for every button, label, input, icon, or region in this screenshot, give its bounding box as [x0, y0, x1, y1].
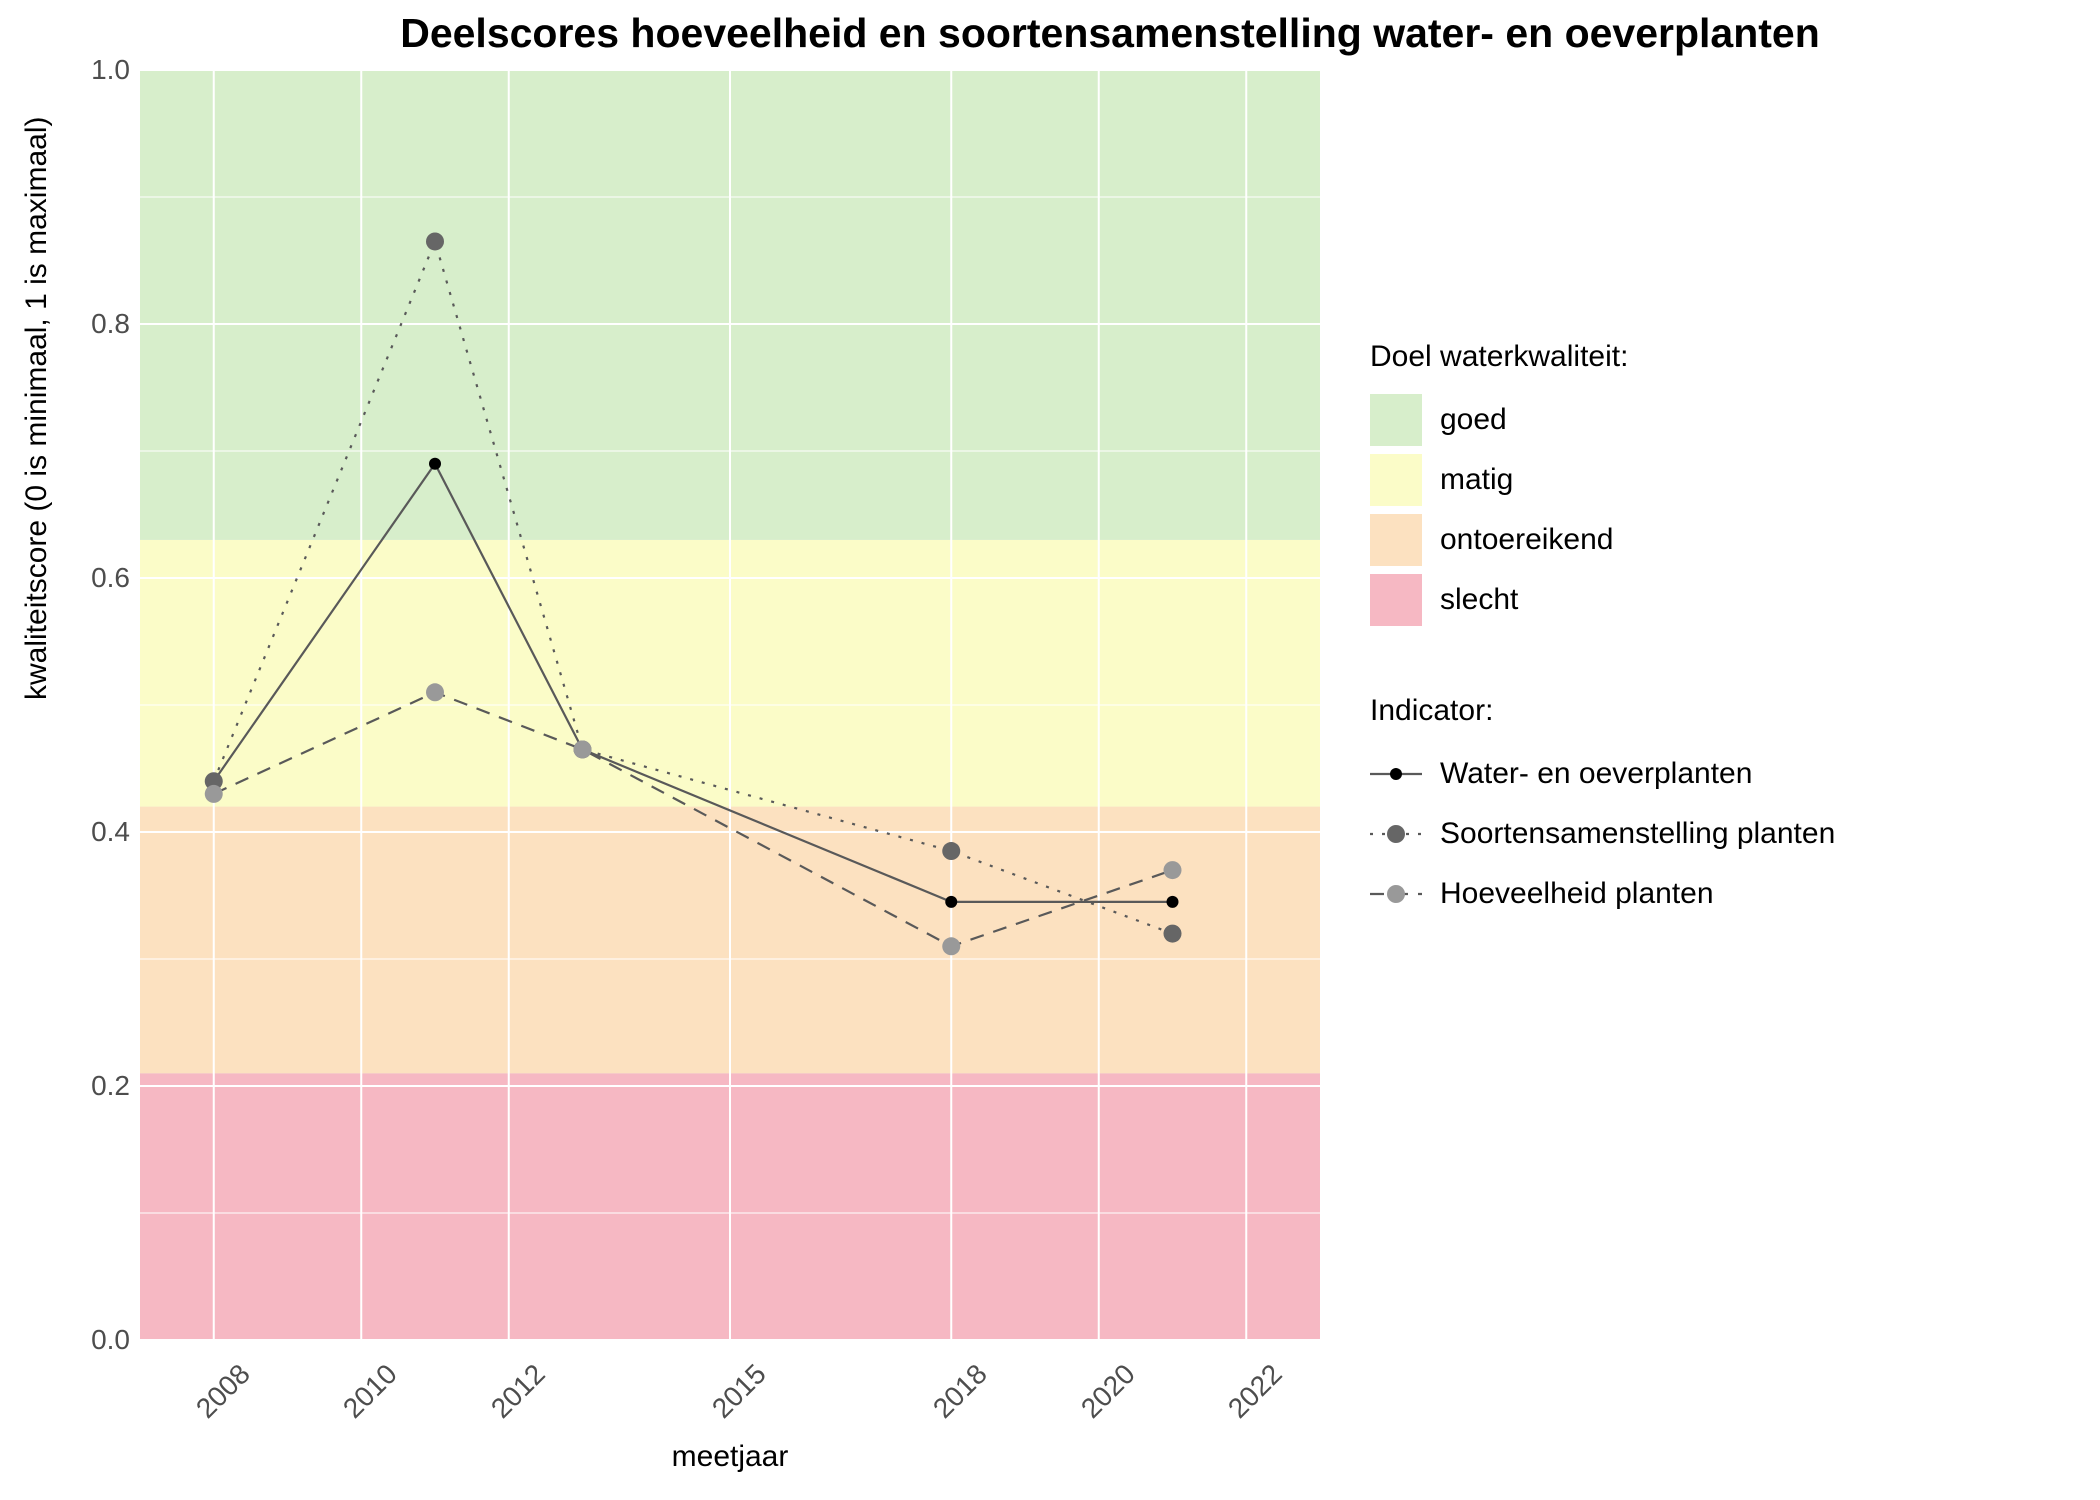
- series-point: [574, 740, 592, 758]
- legend-series-swatch: [1370, 868, 1422, 920]
- x-tick-label: 2020: [1062, 1358, 1141, 1437]
- x-axis-label: meetjaar: [140, 1440, 1320, 1474]
- legend-indicator-title: Indicator:: [1370, 694, 1835, 728]
- legend-label: goed: [1440, 403, 1507, 437]
- legend-swatch-ontoereikend: [1370, 514, 1422, 566]
- series-point: [1167, 896, 1179, 908]
- legend-swatch-matig: [1370, 454, 1422, 506]
- x-tick-label: 2010: [325, 1358, 404, 1437]
- legend-series-item: Water- en oeverplanten: [1370, 748, 1835, 800]
- legend-series-group: Water- en oeverplanten Soortensamenstelli…: [1370, 748, 1835, 920]
- legend-item-slecht: slecht: [1370, 574, 1835, 626]
- series-point: [1164, 861, 1182, 879]
- series-point: [942, 842, 960, 860]
- series-point: [205, 785, 223, 803]
- legend-item-ontoereikend: ontoereikend: [1370, 514, 1835, 566]
- plot-svg: [140, 70, 1320, 1340]
- x-tick-label: 2022: [1210, 1358, 1289, 1437]
- series-point: [1164, 925, 1182, 943]
- y-tick-label: 1.0: [91, 54, 130, 86]
- y-axis-label: kwaliteitscore (0 is minimaal, 1 is maxi…: [20, 117, 54, 700]
- series-point: [429, 458, 441, 470]
- chart-container: Deelscores hoeveelheid en soortensamenst…: [0, 0, 2100, 1500]
- legend: Doel waterkwaliteit: goed matig ontoerei…: [1370, 340, 1835, 928]
- legend-label: ontoereikend: [1440, 523, 1613, 557]
- x-tick-label: 2012: [472, 1358, 551, 1437]
- legend-series-label: Soortensamenstelling planten: [1440, 817, 1835, 851]
- series-point: [945, 896, 957, 908]
- y-tick-label: 0.8: [91, 308, 130, 340]
- legend-series-item: Hoeveelheid planten: [1370, 868, 1835, 920]
- legend-series-swatch: [1370, 748, 1422, 800]
- series-point: [426, 232, 444, 250]
- legend-series-label: Water- en oeverplanten: [1440, 757, 1752, 791]
- x-tick-label: 2008: [177, 1358, 256, 1437]
- y-tick-label: 0.2: [91, 1070, 130, 1102]
- series-point: [426, 683, 444, 701]
- plot-area: [140, 70, 1320, 1340]
- y-tick-label: 0.6: [91, 562, 130, 594]
- legend-series-swatch: [1370, 808, 1422, 860]
- legend-series-label: Hoeveelheid planten: [1440, 877, 1714, 911]
- legend-swatch-goed: [1370, 394, 1422, 446]
- legend-label: slecht: [1440, 583, 1518, 617]
- legend-swatch-slecht: [1370, 574, 1422, 626]
- legend-item-goed: goed: [1370, 394, 1835, 446]
- chart-title: Deelscores hoeveelheid en soortensamenst…: [120, 10, 2100, 57]
- x-tick-label: 2015: [693, 1358, 772, 1437]
- series-point: [942, 937, 960, 955]
- x-tick-label: 2018: [915, 1358, 994, 1437]
- y-tick-label: 0.4: [91, 816, 130, 848]
- legend-label: matig: [1440, 463, 1513, 497]
- legend-item-matig: matig: [1370, 454, 1835, 506]
- legend-quality-title: Doel waterkwaliteit:: [1370, 340, 1835, 374]
- legend-series-item: Soortensamenstelling planten: [1370, 808, 1835, 860]
- y-tick-label: 0.0: [91, 1324, 130, 1356]
